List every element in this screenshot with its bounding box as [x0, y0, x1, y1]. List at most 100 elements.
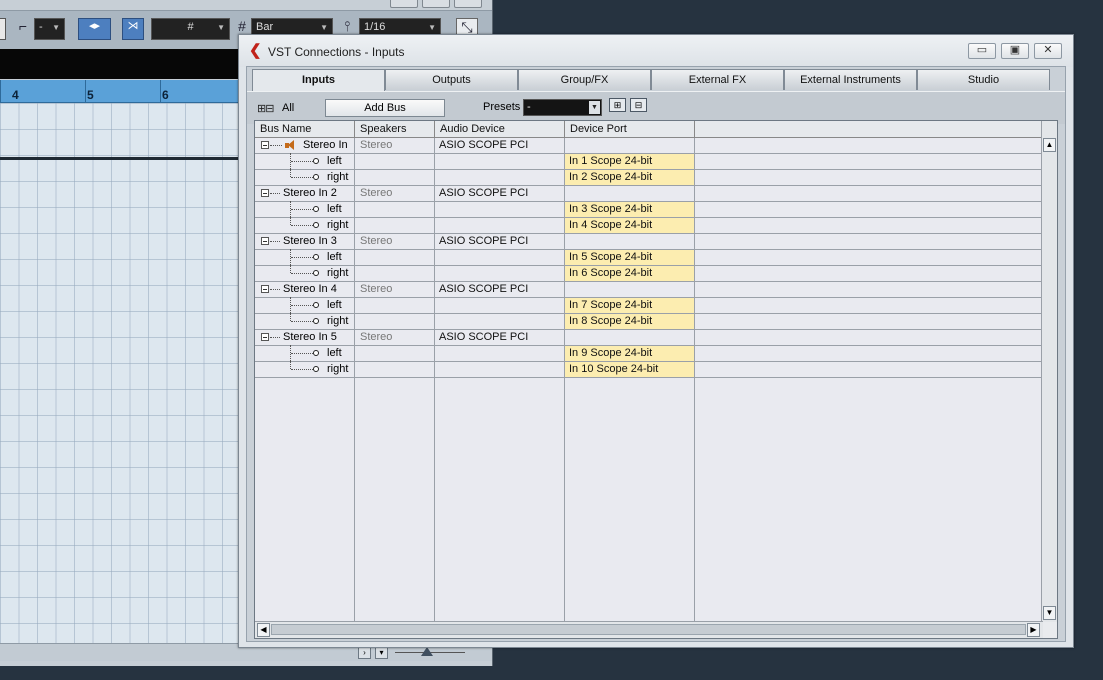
column-header-audio-device[interactable]: Audio Device: [435, 121, 565, 137]
bus-name-cell[interactable]: right: [255, 313, 354, 329]
speakers-cell[interactable]: Stereo: [355, 282, 434, 297]
device-port-cell[interactable]: In 1 Scope 24-bit: [565, 154, 694, 169]
speakers-cell[interactable]: [355, 218, 434, 233]
device-port-cell[interactable]: In 9 Scope 24-bit: [565, 346, 694, 361]
channel-row[interactable]: right In 10 Scope 24-bit: [255, 361, 1043, 378]
toolbar-edge-button[interactable]: [0, 18, 6, 40]
vst-titlebar[interactable]: ❮ VST Connections - Inputs ▭ ▣ ✕: [239, 35, 1073, 67]
remove-preset-icon[interactable]: ⊟: [630, 98, 647, 112]
scroll-left-icon[interactable]: ◀: [257, 623, 270, 637]
bus-row[interactable]: Stereo In Stereo ASIO SCOPE PCI: [255, 138, 1043, 154]
speakers-cell[interactable]: Stereo: [355, 234, 434, 249]
device-port-cell[interactable]: In 3 Scope 24-bit: [565, 202, 694, 217]
speakers-cell[interactable]: Stereo: [355, 138, 434, 153]
tab-outputs[interactable]: Outputs: [385, 69, 518, 90]
speakers-cell[interactable]: [355, 170, 434, 185]
tab-inputs[interactable]: Inputs: [252, 69, 385, 92]
speakers-cell[interactable]: [355, 154, 434, 169]
scroll-right-icon[interactable]: ▶: [1027, 623, 1040, 637]
tab-external-instruments[interactable]: External Instruments: [784, 69, 917, 90]
device-port-cell[interactable]: In 6 Scope 24-bit: [565, 266, 694, 281]
maximize-button[interactable]: ▣: [1001, 43, 1029, 59]
horizontal-scroll-thumb[interactable]: [271, 624, 1026, 635]
bus-row[interactable]: Stereo In 5 Stereo ASIO SCOPE PCI: [255, 330, 1043, 346]
column-header-speakers[interactable]: Speakers: [355, 121, 435, 137]
bus-name-cell[interactable]: Stereo In 3: [255, 234, 354, 249]
device-port-cell[interactable]: In 8 Scope 24-bit: [565, 314, 694, 329]
bus-name-cell[interactable]: Stereo In 2: [255, 186, 354, 201]
channel-row[interactable]: right In 8 Scope 24-bit: [255, 313, 1043, 330]
bus-name-cell[interactable]: left: [255, 249, 354, 265]
bus-row[interactable]: Stereo In 2 Stereo ASIO SCOPE PCI: [255, 186, 1043, 202]
bus-name-cell[interactable]: right: [255, 361, 354, 377]
column-header-device-port[interactable]: Device Port: [565, 121, 695, 137]
horizontal-scrollbar[interactable]: ◀ ▶: [255, 621, 1043, 638]
audio-device-cell[interactable]: [435, 170, 564, 185]
audio-device-cell[interactable]: [435, 250, 564, 265]
bus-name-cell[interactable]: left: [255, 201, 354, 217]
device-port-cell[interactable]: In 5 Scope 24-bit: [565, 250, 694, 265]
speakers-cell[interactable]: [355, 362, 434, 377]
collapse-icon[interactable]: [261, 141, 269, 149]
channel-row[interactable]: right In 4 Scope 24-bit: [255, 217, 1043, 234]
device-port-cell[interactable]: In 4 Scope 24-bit: [565, 218, 694, 233]
speakers-cell[interactable]: [355, 202, 434, 217]
bus-name-cell[interactable]: Stereo In 4: [255, 282, 354, 297]
vertical-scrollbar[interactable]: ▲ ▼: [1041, 121, 1057, 622]
project-close-button[interactable]: [454, 0, 482, 8]
tab-group-fx[interactable]: Group/FX: [518, 69, 651, 90]
channel-row[interactable]: left In 9 Scope 24-bit: [255, 345, 1043, 362]
audio-device-cell[interactable]: ASIO SCOPE PCI: [435, 282, 564, 297]
expand-collapse-all-icon[interactable]: ⊞⊟: [257, 102, 274, 115]
audio-device-cell[interactable]: [435, 314, 564, 329]
collapse-icon[interactable]: [261, 189, 269, 197]
bus-name-cell[interactable]: Stereo In 5: [255, 330, 354, 345]
device-port-cell[interactable]: [565, 186, 694, 201]
quantize-dropdown[interactable]: - ▼: [34, 18, 65, 40]
collapse-icon[interactable]: [261, 285, 269, 293]
audio-device-cell[interactable]: [435, 362, 564, 377]
bus-name-cell[interactable]: Stereo In: [255, 138, 354, 153]
tab-external-fx[interactable]: External FX: [651, 69, 784, 90]
tab-studio[interactable]: Studio: [917, 69, 1050, 90]
speakers-cell[interactable]: [355, 346, 434, 361]
bus-name-cell[interactable]: right: [255, 265, 354, 281]
zoom-slider-thumb[interactable]: [421, 647, 433, 656]
bus-name-cell[interactable]: right: [255, 217, 354, 233]
magnet-snap-button[interactable]: ⋊: [122, 18, 144, 40]
add-bus-button[interactable]: Add Bus: [325, 99, 445, 117]
audio-device-cell[interactable]: ASIO SCOPE PCI: [435, 186, 564, 201]
device-port-cell[interactable]: [565, 234, 694, 249]
audio-device-cell[interactable]: [435, 218, 564, 233]
bus-row[interactable]: Stereo In 4 Stereo ASIO SCOPE PCI: [255, 282, 1043, 298]
audio-device-cell[interactable]: ASIO SCOPE PCI: [435, 138, 564, 153]
bus-name-cell[interactable]: left: [255, 297, 354, 313]
bus-name-cell[interactable]: right: [255, 169, 354, 185]
minimize-button[interactable]: ▭: [968, 43, 996, 59]
column-header-bus-name[interactable]: Bus Name: [255, 121, 355, 137]
channel-row[interactable]: left In 1 Scope 24-bit: [255, 153, 1043, 170]
device-port-cell[interactable]: In 7 Scope 24-bit: [565, 298, 694, 313]
scroll-up-icon[interactable]: ▲: [1043, 138, 1056, 152]
bus-name-cell[interactable]: left: [255, 153, 354, 169]
store-preset-icon[interactable]: ⊞: [609, 98, 626, 112]
device-port-cell[interactable]: [565, 138, 694, 153]
speakers-cell[interactable]: [355, 298, 434, 313]
audio-device-cell[interactable]: [435, 298, 564, 313]
collapse-icon[interactable]: [261, 237, 269, 245]
audio-device-cell[interactable]: [435, 346, 564, 361]
collapse-icon[interactable]: [261, 333, 269, 341]
channel-row[interactable]: right In 6 Scope 24-bit: [255, 265, 1043, 282]
project-maximize-button[interactable]: [422, 0, 450, 8]
speakers-cell[interactable]: [355, 314, 434, 329]
channel-row[interactable]: right In 2 Scope 24-bit: [255, 169, 1043, 186]
bus-name-cell[interactable]: left: [255, 345, 354, 361]
presets-dropdown[interactable]: - ▼: [523, 99, 602, 116]
audio-device-cell[interactable]: ASIO SCOPE PCI: [435, 330, 564, 345]
scroll-down-icon[interactable]: ▼: [1043, 606, 1056, 620]
speakers-cell[interactable]: Stereo: [355, 186, 434, 201]
audio-device-cell[interactable]: [435, 154, 564, 169]
audio-device-cell[interactable]: [435, 266, 564, 281]
audio-device-cell[interactable]: ASIO SCOPE PCI: [435, 234, 564, 249]
device-port-cell[interactable]: In 2 Scope 24-bit: [565, 170, 694, 185]
